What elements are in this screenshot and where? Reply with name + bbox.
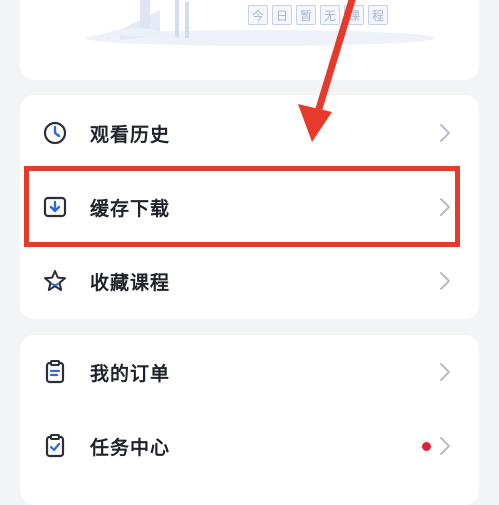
chevron-right-icon: [440, 272, 450, 290]
star-icon: [44, 270, 66, 291]
empty-text-char: 今: [248, 5, 268, 25]
menu-item-label: 任务中心: [90, 436, 171, 459]
empty-text-char: 日: [272, 5, 292, 25]
menu-item-task-center[interactable]: 任务中心: [20, 409, 479, 483]
chevron-right-icon: [440, 437, 450, 455]
chevron-right-icon: [440, 124, 450, 142]
clipboard-icon: [45, 360, 65, 384]
empty-text-char: 课: [344, 5, 364, 25]
menu-item-label: 观看历史: [90, 123, 171, 146]
empty-text-char: 无: [320, 5, 340, 25]
empty-course-text: 今 日 暂 无 课 程: [248, 5, 388, 25]
empty-text-char: 程: [368, 5, 388, 25]
task-check-icon: [45, 434, 65, 458]
empty-text-char: 暂: [296, 5, 316, 25]
menu-item-favorite-courses[interactable]: 收藏课程: [20, 244, 479, 318]
annotation-highlight-box: [24, 166, 460, 247]
menu-item-watch-history[interactable]: 观看历史: [20, 96, 479, 170]
notification-badge: [422, 441, 431, 451]
chevron-right-icon: [440, 363, 450, 381]
empty-course-card: 今 日 暂 无 课 程: [20, 0, 479, 80]
menu-item-label: 我的订单: [90, 362, 171, 385]
clock-history-icon: [43, 121, 67, 145]
menu-item-label: 收藏课程: [90, 271, 171, 294]
menu-item-my-orders[interactable]: 我的订单: [20, 335, 479, 409]
